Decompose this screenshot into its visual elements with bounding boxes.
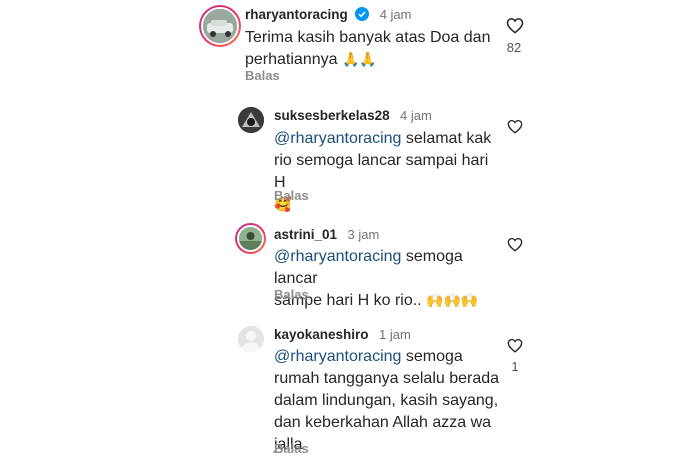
reply-button[interactable]: Balas xyxy=(274,287,309,302)
comment-text-line: selamat kak xyxy=(401,130,492,147)
reply-button[interactable]: Balas xyxy=(245,68,280,83)
heart-outline-icon[interactable] xyxy=(507,237,523,252)
heart-outline-icon[interactable] xyxy=(506,17,524,34)
emoji: 🙌🙌🙌 xyxy=(426,293,479,309)
verified-badge-icon xyxy=(355,7,370,21)
comment-text: Terima kasih banyak atas Doa dan perhati… xyxy=(245,27,495,71)
like-count: 82 xyxy=(506,40,522,55)
comment-text-line: rumah tangganya selalu berada xyxy=(274,370,500,387)
heart-outline-icon[interactable] xyxy=(507,338,523,353)
comment-time: 4 jam xyxy=(400,108,432,123)
comment-text-line: semoga xyxy=(401,348,463,365)
mention-link[interactable]: @rharyantoracing xyxy=(274,130,401,147)
comment-text: @rharyantoracing semoga lancar sampe har… xyxy=(274,246,504,312)
avatar-image xyxy=(203,9,237,43)
avatar[interactable] xyxy=(237,225,264,252)
avatar-image xyxy=(238,107,264,133)
comment-username[interactable]: astrini_01 xyxy=(274,227,337,242)
comment-username[interactable]: suksesberkelas28 xyxy=(274,108,390,123)
comment-username[interactable]: rharyantoracing xyxy=(245,7,348,22)
avatar[interactable] xyxy=(201,7,239,45)
comment-text: @rharyantoracing semoga rumah tangganya … xyxy=(274,346,504,456)
comment-text-line: Terima kasih banyak atas Doa dan xyxy=(245,29,491,46)
like-count: 1 xyxy=(511,359,519,374)
reply-button[interactable]: Balas xyxy=(274,188,309,203)
comment-text-line: dalam lindungan, kasih sayang, xyxy=(274,392,499,409)
avatar-image xyxy=(238,326,264,352)
reply-button[interactable]: Balas xyxy=(274,441,309,456)
avatar[interactable] xyxy=(238,107,264,133)
comment-username[interactable]: kayokaneshiro xyxy=(274,327,369,342)
comment-text-line: dan keberkahan Allah azza wa xyxy=(274,414,492,431)
mention-link[interactable]: @rharyantoracing xyxy=(274,248,401,265)
comment-time: 4 jam xyxy=(379,7,412,22)
comment-time: 3 jam xyxy=(347,227,380,242)
avatar-image xyxy=(239,227,262,250)
emoji: 🙏🙏 xyxy=(341,52,377,68)
heart-outline-icon[interactable] xyxy=(507,119,523,134)
default-avatar-icon[interactable] xyxy=(238,326,264,352)
mention-link[interactable]: @rharyantoracing xyxy=(274,348,401,365)
comment-text-line: perhatiannya xyxy=(245,51,338,68)
comment-time: 1 jam xyxy=(379,327,411,342)
